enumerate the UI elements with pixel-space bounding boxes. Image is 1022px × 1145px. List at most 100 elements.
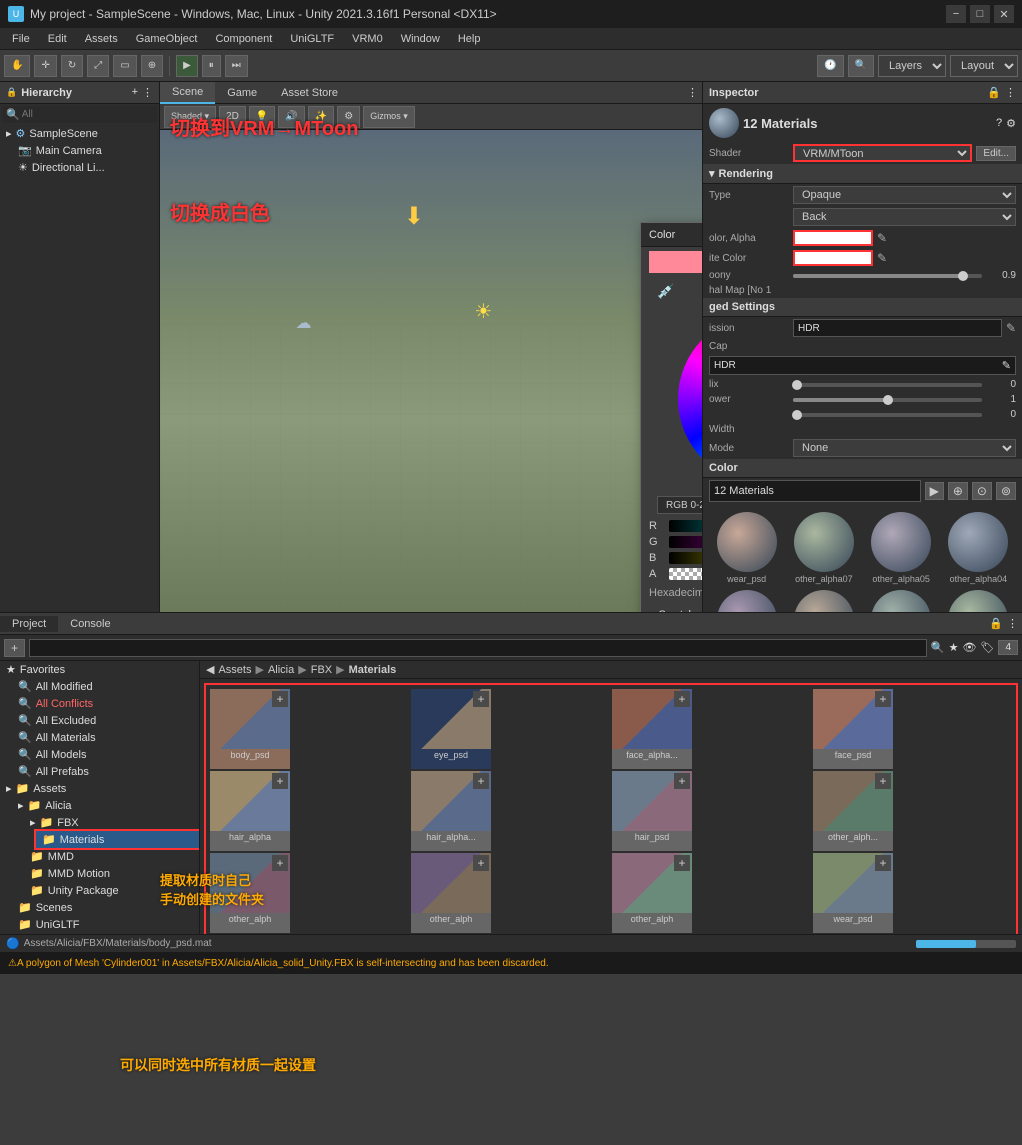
mat-add-other-alph3[interactable]: + [473,855,489,871]
all-prefabs-item[interactable]: 🔍 All Prefabs [12,763,199,780]
rgb-mode-dropdown[interactable]: RGB 0-255 [657,496,702,514]
type-dropdown[interactable]: Opaque [793,186,1016,204]
shade-color-edit-icon[interactable]: ✎ [877,251,887,265]
hierarchy-search-input[interactable] [22,109,154,120]
b-slider[interactable] [669,552,702,564]
move-tool[interactable]: ✛ [34,55,56,77]
materials-selected-item[interactable]: 📁 Materials [36,831,199,848]
g-slider[interactable] [669,536,702,548]
mat-item-hair-psd[interactable]: + hair_psd [612,771,692,851]
search-button[interactable]: 🔍 [848,55,874,77]
hdr-edit-icon[interactable]: ✎ [1002,359,1011,372]
mat-add-other-alph4[interactable]: + [674,855,690,871]
menu-help[interactable]: Help [450,31,489,47]
rect-tool[interactable]: ▭ [113,55,136,77]
mat-add-wear-psd[interactable]: + [875,855,891,871]
tab-scene[interactable]: Scene [160,82,215,104]
hue-ring[interactable] [678,314,703,484]
play-button[interactable]: ▶ [176,55,198,77]
close-button[interactable]: ✕ [994,5,1014,23]
layout-dropdown[interactable]: Layout [950,55,1018,77]
shade-color-swatch[interactable] [793,250,873,266]
mat-sphere-wear-psd[interactable] [717,512,777,572]
menu-assets[interactable]: Assets [77,31,126,47]
power-slider[interactable] [793,398,982,402]
menu-component[interactable]: Component [207,31,280,47]
scene-menu-icon[interactable]: ⋮ [687,86,698,99]
color-alpha-edit-icon[interactable]: ✎ [877,231,887,245]
alicia-item[interactable]: ▸ 📁 Alicia [12,797,199,814]
mat-add-face-alpha[interactable]: + [674,691,690,707]
mat-item-other-alph4[interactable]: + other_alph [612,853,692,933]
mat-add-hair-alpha[interactable]: + [272,773,288,789]
menu-unigltf[interactable]: UniGLTF [282,31,342,47]
tab-project[interactable]: Project [0,616,58,632]
hierarchy-scene-item[interactable]: ▸ ⚙ SampleScene [0,125,159,142]
project-tag-icon[interactable]: 🏷 [980,641,994,654]
rotate-tool[interactable]: ↻ [61,55,83,77]
mat-sphere-other-alpha04[interactable] [948,512,1008,572]
inspector-settings-icon[interactable]: ⚙ [1006,117,1016,130]
color-alpha-swatch[interactable] [793,230,873,246]
mat-sphere-other-alpha05[interactable] [871,512,931,572]
mat-add-hair-alpha2[interactable]: + [473,773,489,789]
mix-slider[interactable] [793,383,982,387]
maximize-button[interactable]: □ [970,5,990,23]
mat-sphere-hair-alpha[interactable] [948,590,1008,612]
eyedropper-icon[interactable]: 💉 [649,279,682,304]
project-eye-icon[interactable]: 👁 [963,641,977,654]
color-wheel-container[interactable] [641,306,702,492]
swatches-header[interactable]: ▾ Swatches ⋮ [641,604,702,612]
tab-asset-store[interactable]: Asset Store [269,82,350,104]
all-conflicts-item[interactable]: 🔍 All Conflicts [12,695,199,712]
breadcrumb-fbx[interactable]: FBX [311,664,332,676]
mat-options-1[interactable]: ⊕ [948,482,968,500]
hierarchy-light-item[interactable]: ☀ Directional Li... [12,159,159,176]
breadcrumb-arrow[interactable]: ◀ [206,663,214,676]
assets-root-item[interactable]: ▸ 📁 Assets [0,780,199,797]
mat-item-hair-alpha2[interactable]: + hair_alpha... [411,771,491,851]
project-menu-icon[interactable]: ⋮ [1007,617,1018,630]
minimize-button[interactable]: − [946,5,966,23]
emission-edit-icon[interactable]: ✎ [1006,321,1016,335]
mat-item-face-alpha[interactable]: + face_alpha... [612,689,692,769]
menu-vrm0[interactable]: VRM0 [344,31,391,47]
inspector-menu-icon[interactable]: ⋮ [1005,86,1016,99]
all-models-item[interactable]: 🔍 All Models [12,746,199,763]
breadcrumb-assets[interactable]: Assets [218,664,251,676]
play-mat-button[interactable]: ▶ [925,482,944,500]
a-slider[interactable] [669,568,702,580]
project-favorites-icon[interactable]: ★ [949,641,959,654]
shader-edit-button[interactable]: Edit... [976,146,1016,161]
inspector-lock-icon[interactable]: 🔒 [987,86,1001,99]
step-button[interactable]: ⏭ [225,55,248,77]
mmd-item[interactable]: 📁 MMD [24,848,199,865]
mat-item-body-psd[interactable]: + body_psd [210,689,290,769]
mat-add-eye-psd[interactable]: + [473,691,489,707]
mat-item-hair-alpha[interactable]: + hair_alpha [210,771,290,851]
mat-item-other-alph3[interactable]: + other_alph [411,853,491,933]
project-search-input[interactable] [29,639,927,657]
help-icon[interactable]: ? [996,117,1002,130]
lock-icon-project[interactable]: 🔒 [989,617,1003,630]
mode-dropdown[interactable]: None [793,439,1016,457]
mat-sphere-hair-alpha02[interactable] [871,590,931,612]
mat-add-body-psd[interactable]: + [272,691,288,707]
shader-dropdown[interactable]: VRM/MToon [793,144,972,162]
mat-add-other-alph[interactable]: + [875,773,891,789]
r-slider[interactable] [669,520,702,532]
add-asset-button[interactable]: + [4,639,25,657]
menu-file[interactable]: File [4,31,38,47]
mat-sphere-other-alpha07[interactable] [794,512,854,572]
unigltf-item[interactable]: 📁 UniGLTF [12,916,199,933]
mat-item-eye-psd[interactable]: + eye_psd [411,689,491,769]
mat-options-3[interactable]: ⊚ [996,482,1016,500]
pause-button[interactable]: ⏸ [202,55,221,77]
empty-slider[interactable] [793,413,982,417]
mat-add-face-psd[interactable]: + [875,691,891,707]
mat-item-wear-psd[interactable]: + wear_psd [813,853,893,933]
hierarchy-add-icon[interactable]: + [132,86,138,99]
menu-edit[interactable]: Edit [40,31,75,47]
menu-gameobject[interactable]: GameObject [128,31,206,47]
menu-window[interactable]: Window [393,31,448,47]
